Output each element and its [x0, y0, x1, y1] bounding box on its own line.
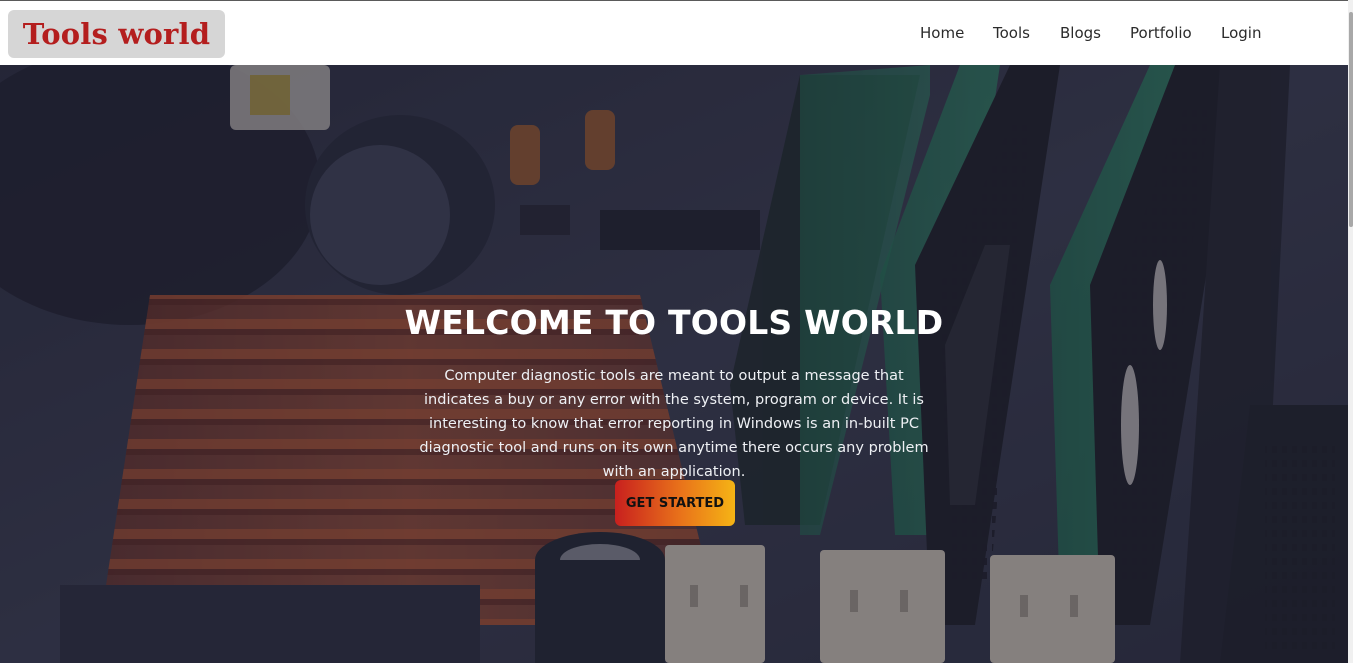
- get-started-button[interactable]: GET STARTED: [615, 480, 735, 526]
- nav-link-login[interactable]: Login: [1221, 24, 1261, 42]
- hero-content: WELCOME TO TOOLS WORLD Computer diagnost…: [0, 65, 1348, 663]
- page: Tools world Home Tools Blogs Portfolio L…: [0, 0, 1353, 663]
- scrollbar-thumb[interactable]: [1349, 12, 1353, 227]
- site-header: Tools world Home Tools Blogs Portfolio L…: [0, 0, 1348, 65]
- nav-link-portfolio[interactable]: Portfolio: [1130, 24, 1192, 42]
- hero-description: Computer diagnostic tools are meant to o…: [419, 368, 929, 480]
- nav-link-tools[interactable]: Tools: [993, 24, 1030, 42]
- nav-link-blogs[interactable]: Blogs: [1060, 24, 1101, 42]
- main-nav: Home Tools Blogs Portfolio Login: [0, 24, 1348, 46]
- nav-link-home[interactable]: Home: [920, 24, 964, 42]
- hero-section: WELCOME TO TOOLS WORLD Computer diagnost…: [0, 65, 1348, 663]
- hero-title: WELCOME TO TOOLS WORLD: [404, 303, 944, 342]
- page-scrollbar[interactable]: [1348, 0, 1353, 663]
